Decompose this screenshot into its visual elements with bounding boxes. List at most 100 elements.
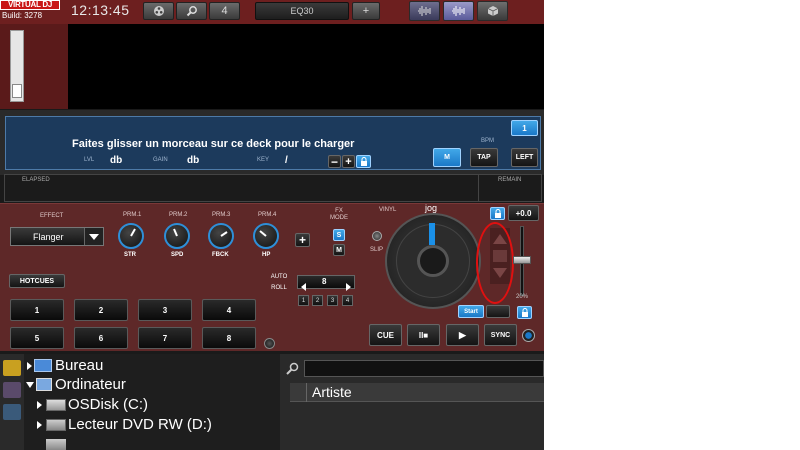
autoroll-preset-3[interactable]: 3: [327, 295, 338, 306]
folder-icon[interactable]: [3, 360, 21, 376]
hotcues-tab[interactable]: HOTCUES: [9, 274, 65, 288]
lock-icon: [360, 157, 367, 166]
key-plus-button[interactable]: +: [342, 155, 355, 168]
pitch-slider-handle[interactable]: [513, 256, 531, 264]
start-button[interactable]: Start: [458, 305, 484, 318]
fx-mode-single-button[interactable]: S: [333, 229, 345, 241]
add-button[interactable]: +: [352, 2, 380, 20]
elapsed-label: ELAPSED: [22, 177, 50, 183]
key-minus-button[interactable]: −: [328, 155, 341, 169]
key-value: /: [285, 155, 288, 166]
waveform-icon: [451, 6, 464, 16]
tree-row-partial[interactable]: [36, 437, 66, 450]
waveform-view-button-active[interactable]: [443, 1, 474, 21]
triangle-down-icon: [26, 382, 34, 388]
time-display-bar: [4, 174, 542, 202]
reel-icon: [153, 6, 164, 16]
autoroll-preset-2[interactable]: 2: [312, 295, 323, 306]
hotcue-options-knob[interactable]: [264, 338, 275, 349]
3d-view-button[interactable]: [477, 1, 508, 21]
remain-label: REMAIN: [498, 177, 522, 183]
param-1-knob[interactable]: [118, 223, 144, 249]
cue-button[interactable]: CUE: [369, 324, 402, 346]
deck-number-badge[interactable]: 1: [511, 120, 538, 136]
bpm-label: BPM: [481, 138, 495, 144]
magnifier-icon: [186, 6, 197, 17]
virtual-folder-icon[interactable]: [3, 404, 21, 420]
lock-icon: [494, 209, 501, 218]
search-icon[interactable]: [284, 361, 300, 377]
build-number: Build: 3278: [2, 11, 43, 20]
cube-icon: [487, 6, 498, 16]
key-lock-button[interactable]: [356, 155, 371, 168]
fx-mode-label: FX MODE: [330, 208, 348, 221]
knob-indicator-icon: [130, 228, 136, 237]
triangle-right-icon[interactable]: [344, 278, 352, 296]
record-button[interactable]: [143, 2, 174, 20]
virtualdj-window: VIRTUAL DJ Build: 3278 12:13:45 4 EQ30 +…: [0, 0, 544, 450]
pause-button[interactable]: II■: [407, 324, 440, 346]
pitch-value-display[interactable]: +0.0: [508, 205, 539, 221]
hotcue-button-2[interactable]: 2: [74, 299, 128, 321]
autoroll-label: AUTO ROLL: [270, 274, 288, 291]
waveform-icon: [417, 6, 430, 16]
hotcue-button-5[interactable]: 5: [10, 327, 64, 349]
fx-add-button[interactable]: +: [295, 233, 310, 247]
play-button[interactable]: ▶: [446, 324, 479, 346]
triangle-right-icon: [37, 401, 42, 409]
vinyl-toggle[interactable]: [372, 231, 382, 241]
hotcue-button-1[interactable]: 1: [10, 299, 64, 321]
knob-indicator-icon: [259, 230, 267, 237]
search-button[interactable]: [176, 2, 207, 20]
autoroll-preset-4[interactable]: 4: [342, 295, 353, 306]
hotcue-button-6[interactable]: 6: [74, 327, 128, 349]
triangle-down-icon: [89, 234, 99, 240]
highlight-circle-annotation: [476, 222, 514, 304]
sync-lock-button[interactable]: [517, 306, 532, 319]
eq-selector[interactable]: EQ30: [255, 2, 349, 20]
key-label: KEY: [257, 157, 270, 163]
hard-drive-icon: [46, 399, 66, 411]
master-button[interactable]: M: [433, 148, 461, 167]
pitch-lock-button[interactable]: [490, 207, 505, 220]
empty-option-button[interactable]: [486, 305, 510, 318]
effect-dropdown-arrow[interactable]: [84, 228, 103, 245]
param-3-knob[interactable]: [208, 223, 234, 249]
param-4-knob[interactable]: [253, 223, 279, 249]
jog-center: [417, 245, 449, 277]
autoroll-selector[interactable]: 8: [297, 275, 355, 291]
param-4-name: HP: [262, 252, 271, 258]
hotcue-button-8[interactable]: 8: [202, 327, 256, 349]
lvl-value: db: [110, 155, 123, 166]
param-1-name: STR: [124, 252, 136, 258]
sync-button[interactable]: SYNC: [484, 324, 517, 346]
triangle-left-icon[interactable]: [300, 278, 308, 296]
playlist-add-icon[interactable]: [3, 382, 21, 398]
fx-mode-multi-button[interactable]: M: [333, 244, 345, 256]
hotcue-button-3[interactable]: 3: [138, 299, 192, 321]
column-header-artist[interactable]: Artiste: [312, 384, 352, 400]
jog-label: jog: [425, 203, 438, 213]
tree-label-ordinateur: Ordinateur: [55, 376, 126, 393]
hotcue-button-7[interactable]: 7: [138, 327, 192, 349]
effect-dropdown[interactable]: Flanger: [10, 227, 104, 246]
autoroll-preset-1[interactable]: 1: [298, 295, 309, 306]
volume-slider-handle[interactable]: [12, 84, 22, 98]
jog-position-marker: [429, 223, 435, 245]
waveform-view-button[interactable]: [409, 1, 440, 21]
hotcue-button-4[interactable]: 4: [202, 299, 256, 321]
tap-button[interactable]: TAP: [470, 148, 498, 167]
column-divider: [306, 383, 307, 402]
page-number-button[interactable]: 4: [209, 2, 240, 20]
time-divider: [478, 174, 479, 202]
triangle-right-icon: [37, 421, 42, 429]
param-2-knob[interactable]: [164, 223, 190, 249]
dvd-drive-icon: [46, 419, 66, 431]
sync-options-knob[interactable]: [522, 329, 535, 342]
tree-label-bureau: Bureau: [55, 357, 104, 374]
deck-side-button[interactable]: LEFT: [511, 148, 538, 167]
waveform-display[interactable]: [0, 24, 544, 109]
slip-label: SLIP: [370, 247, 384, 253]
pitch-range-label: 20%: [516, 294, 529, 300]
search-input[interactable]: [304, 360, 544, 377]
